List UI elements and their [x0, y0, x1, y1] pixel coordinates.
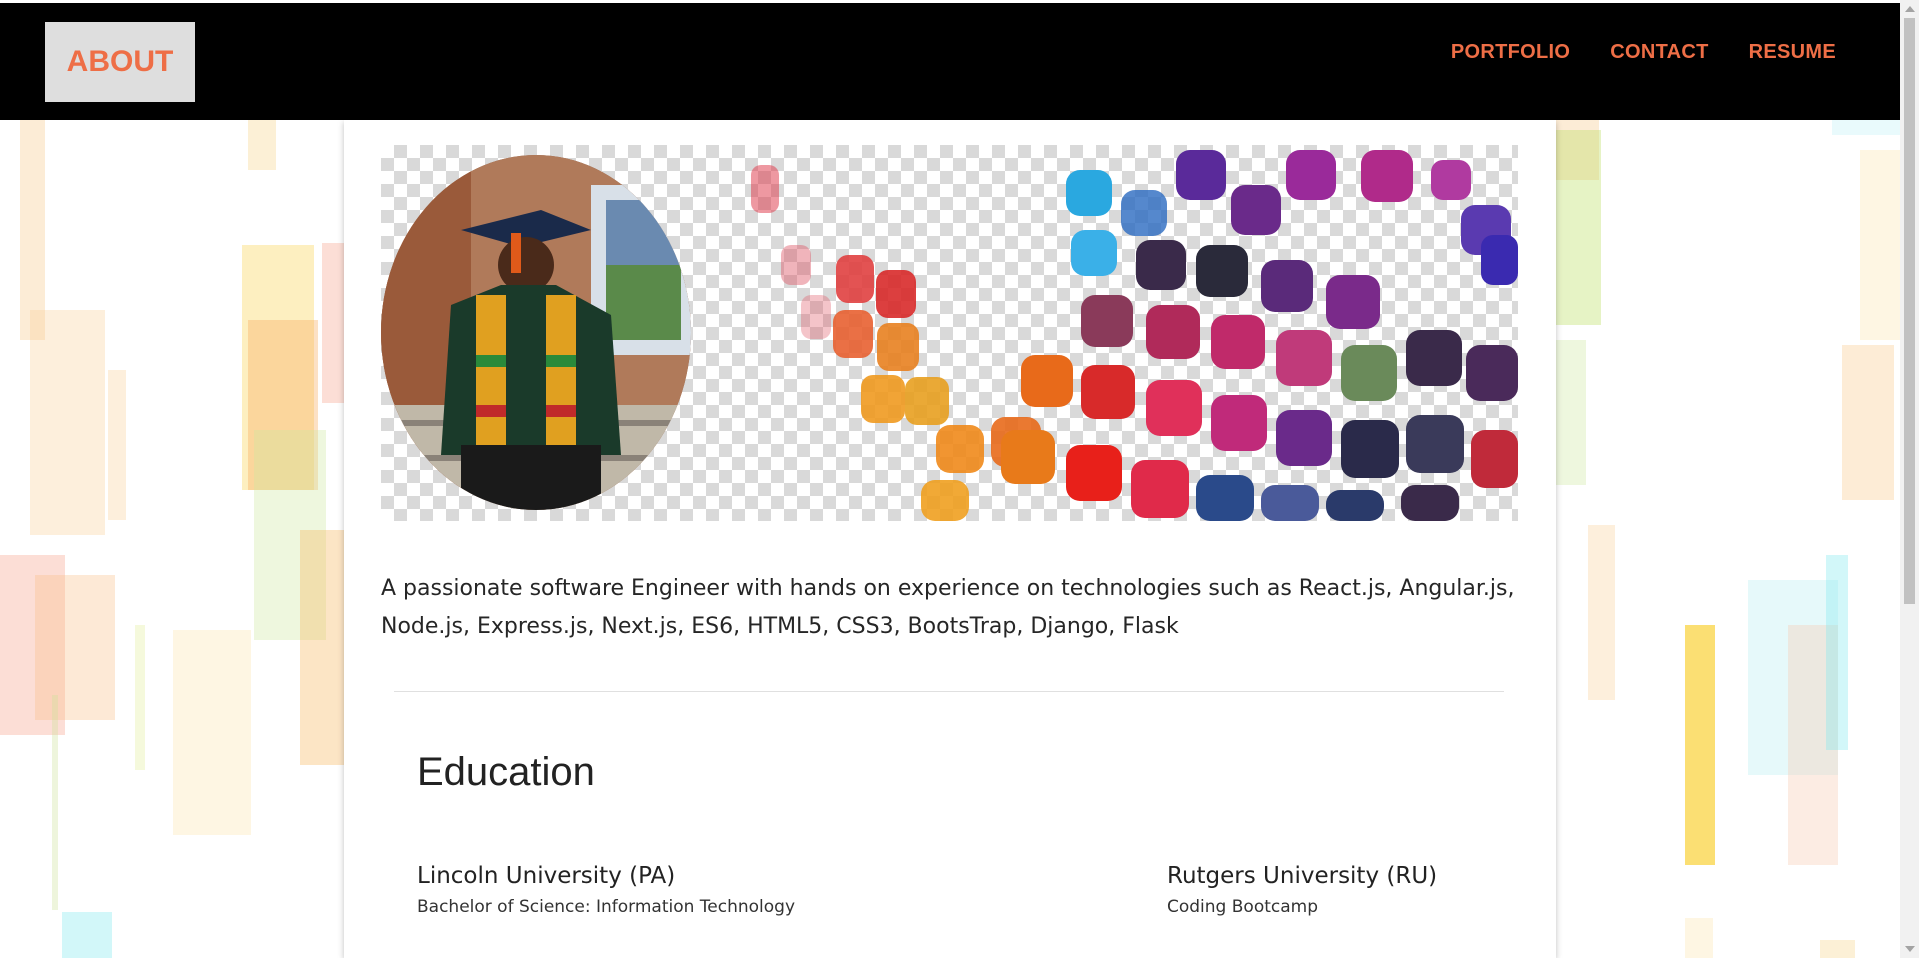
section-divider	[394, 691, 1504, 692]
school-entry-lincoln: Lincoln University (PA) Bachelor of Scie…	[417, 863, 795, 917]
scroll-down-icon[interactable]	[1905, 946, 1915, 952]
profile-photo	[381, 155, 691, 510]
scroll-up-icon[interactable]	[1905, 6, 1915, 12]
about-card: A passionate software Engineer with hand…	[344, 120, 1556, 958]
nav-link-portfolio[interactable]: PORTFOLIO	[1451, 41, 1570, 64]
school-degree: Coding Bootcamp	[1167, 897, 1318, 917]
nav-link-resume[interactable]: RESUME	[1749, 41, 1836, 64]
page-scrollbar[interactable]	[1900, 0, 1919, 958]
scrollbar-thumb[interactable]	[1904, 18, 1915, 604]
nav-links: PORTFOLIO CONTACT RESUME	[1451, 41, 1836, 64]
nav-link-contact[interactable]: CONTACT	[1610, 41, 1708, 64]
school-name: Rutgers University (RU)	[1167, 863, 1438, 889]
graduation-portrait-icon	[381, 155, 691, 510]
top-navbar: ABOUT PORTFOLIO CONTACT RESUME	[0, 3, 1900, 120]
school-name: Lincoln University (PA)	[417, 863, 676, 889]
school-entry-rutgers: Rutgers University (RU) Coding Bootcamp	[1167, 863, 1437, 917]
school-degree: Bachelor of Science: Information Technol…	[417, 897, 796, 917]
education-title: Education	[417, 750, 595, 794]
nav-about-button[interactable]: ABOUT	[45, 22, 195, 102]
banner-image	[381, 145, 1518, 521]
intro-text: A passionate software Engineer with hand…	[381, 576, 1515, 639]
